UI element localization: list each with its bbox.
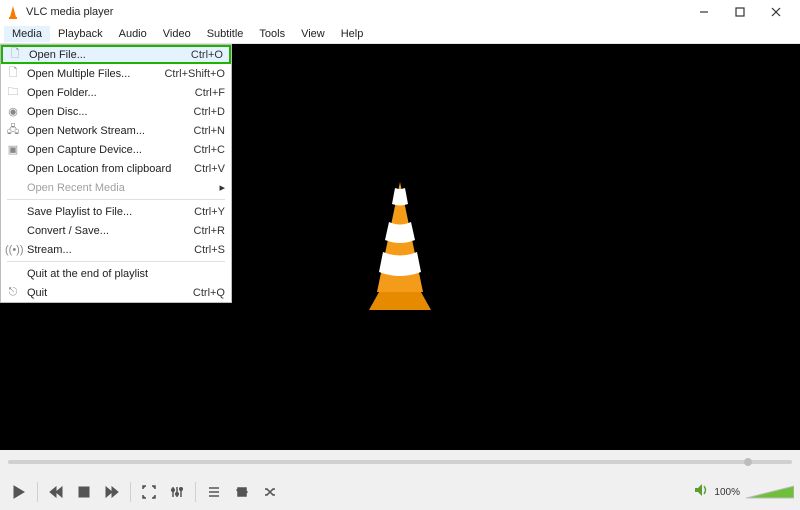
menu-help[interactable]: Help	[333, 26, 372, 42]
menuitem-open-capture[interactable]: ▣ Open Capture Device... Ctrl+C	[1, 140, 231, 159]
volume-control[interactable]: 100%	[694, 483, 794, 502]
extended-settings-button[interactable]	[164, 479, 190, 505]
previous-button[interactable]	[43, 479, 69, 505]
volume-slider[interactable]	[746, 484, 794, 500]
play-button[interactable]	[6, 479, 32, 505]
menu-view[interactable]: View	[293, 26, 333, 42]
speaker-icon	[694, 483, 710, 502]
menu-media[interactable]: Media	[4, 26, 50, 42]
stop-button[interactable]	[71, 479, 97, 505]
fullscreen-button[interactable]	[136, 479, 162, 505]
capture-icon: ▣	[5, 143, 21, 156]
menuitem-save-playlist[interactable]: Save Playlist to File... Ctrl+Y	[1, 202, 231, 221]
menu-tools[interactable]: Tools	[251, 26, 293, 42]
menuitem-open-file[interactable]: 🗋 Open File... Ctrl+O	[1, 45, 231, 64]
menu-playback[interactable]: Playback	[50, 26, 111, 42]
volume-percent: 100%	[714, 487, 740, 498]
separator	[130, 482, 131, 502]
menu-separator	[7, 261, 225, 262]
menuitem-open-recent[interactable]: Open Recent Media ▸	[1, 178, 231, 197]
disc-icon: ◉	[5, 105, 21, 118]
shuffle-button[interactable]	[257, 479, 283, 505]
loop-button[interactable]	[229, 479, 255, 505]
vlc-cone-logo	[345, 182, 455, 312]
menuitem-open-multiple[interactable]: 🗋 Open Multiple Files... Ctrl+Shift+O	[1, 64, 231, 83]
playlist-button[interactable]	[201, 479, 227, 505]
menuitem-open-disc[interactable]: ◉ Open Disc... Ctrl+D	[1, 102, 231, 121]
separator	[37, 482, 38, 502]
controls-bar: 100%	[0, 474, 800, 510]
folder-icon: 🗀	[5, 83, 21, 102]
menu-video[interactable]: Video	[155, 26, 199, 42]
menuitem-convert-save[interactable]: Convert / Save... Ctrl+R	[1, 221, 231, 240]
menuitem-open-folder[interactable]: 🗀 Open Folder... Ctrl+F	[1, 83, 231, 102]
minimize-button[interactable]	[686, 0, 722, 24]
menu-subtitle[interactable]: Subtitle	[199, 26, 252, 42]
menuitem-open-network[interactable]: 🖧 Open Network Stream... Ctrl+N	[1, 121, 231, 140]
app-window: VLC media player Media Playback Audio Vi…	[0, 0, 800, 510]
stream-icon: ((•))	[5, 244, 21, 256]
close-button[interactable]	[758, 0, 794, 24]
menuitem-quit-end[interactable]: Quit at the end of playlist	[1, 264, 231, 283]
menuitem-stream[interactable]: ((•)) Stream... Ctrl+S	[1, 240, 231, 259]
video-area: 🗋 Open File... Ctrl+O 🗋 Open Multiple Fi…	[0, 44, 800, 450]
network-icon: 🖧	[5, 121, 21, 140]
menuitem-quit[interactable]: ⎋ Quit Ctrl+Q	[1, 283, 231, 302]
files-icon: 🗋	[5, 64, 21, 83]
file-icon: 🗋	[7, 45, 23, 64]
window-title: VLC media player	[26, 6, 686, 18]
menuitem-open-clipboard[interactable]: Open Location from clipboard Ctrl+V	[1, 159, 231, 178]
submenu-arrow-icon: ▸	[219, 181, 225, 194]
titlebar: VLC media player	[0, 0, 800, 24]
vlc-cone-icon	[6, 5, 20, 19]
seekbar[interactable]	[0, 450, 800, 474]
maximize-button[interactable]	[722, 0, 758, 24]
media-menu-dropdown: 🗋 Open File... Ctrl+O 🗋 Open Multiple Fi…	[0, 44, 232, 303]
menu-audio[interactable]: Audio	[111, 26, 155, 42]
quit-icon: ⎋	[5, 286, 21, 299]
seek-handle[interactable]	[744, 458, 752, 466]
menubar: Media Playback Audio Video Subtitle Tool…	[0, 24, 800, 44]
menu-separator	[7, 199, 225, 200]
seek-track[interactable]	[8, 460, 792, 464]
separator	[195, 482, 196, 502]
next-button[interactable]	[99, 479, 125, 505]
